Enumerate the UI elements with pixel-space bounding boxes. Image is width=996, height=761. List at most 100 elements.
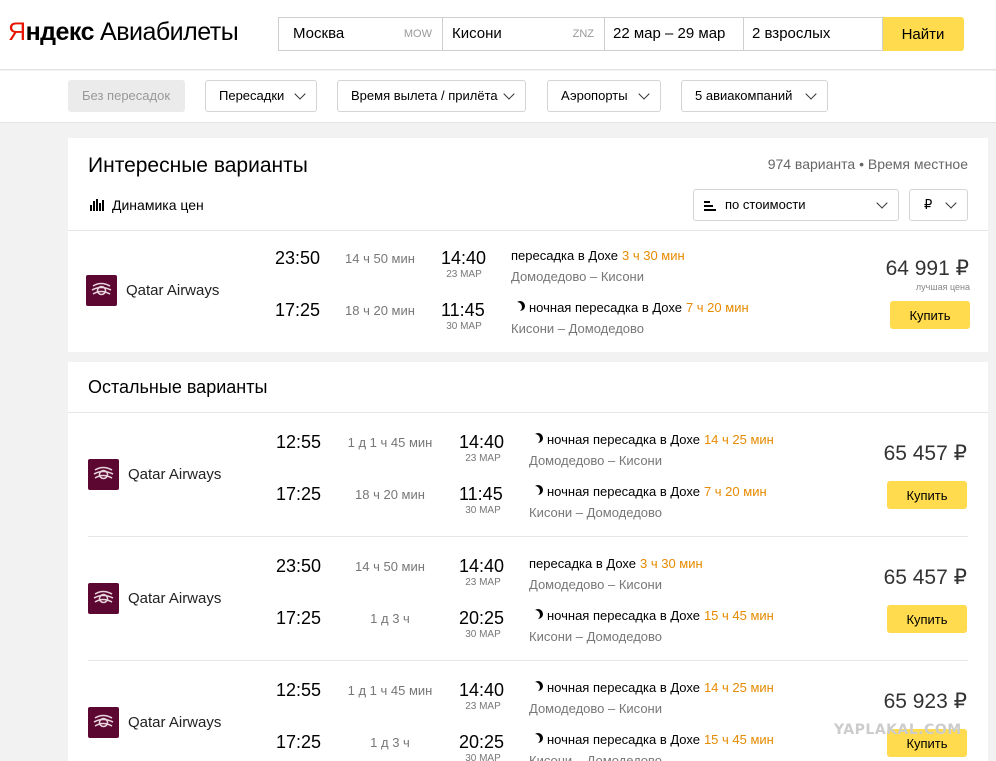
- transfer-label: ночная пересадка в Дохе: [547, 432, 700, 447]
- currency-select[interactable]: ₽: [909, 189, 968, 221]
- arrival-time: 20:25: [459, 732, 505, 752]
- duration: 1 д 3 ч: [370, 611, 410, 626]
- transfer-label: пересадка в Дохе: [511, 248, 618, 263]
- duration: 14 ч 50 мин: [355, 559, 425, 574]
- filter-airlines-label: 5 авиакомпаний: [695, 88, 793, 103]
- route: Кисони – Домодедово: [511, 321, 645, 336]
- transfer-info: ночная пересадка в Дохе 14 ч 25 мин: [529, 432, 774, 447]
- to-field[interactable]: Кисони ZNZ: [442, 17, 604, 51]
- logo[interactable]: Яндекс Авиабилеты: [8, 18, 239, 47]
- arrival-time: 14:40: [459, 680, 505, 700]
- offer-row[interactable]: Qatar Airways 23:50 14 ч 50 мин 14:40 23…: [68, 537, 988, 661]
- header: Яндекс Авиабилеты Москва MOW Кисони ZNZ 2…: [0, 0, 996, 70]
- arrival-date: 23 МАР: [465, 701, 501, 712]
- results-count: 974 варианта: [767, 156, 856, 172]
- route: Домодедово – Кисони: [511, 269, 645, 284]
- buy-button[interactable]: Купить: [890, 301, 970, 329]
- time-note: Время местное: [867, 156, 968, 172]
- moon-icon: [530, 434, 540, 444]
- departure-time: 12:55: [276, 432, 322, 452]
- transfer-wait: 14 ч 25 мин: [703, 680, 774, 695]
- transfer-label: ночная пересадка в Дохе: [547, 484, 700, 499]
- duration: 1 д 1 ч 45 мин: [347, 435, 433, 450]
- moon-icon: [530, 682, 540, 692]
- buy-button[interactable]: Купить: [887, 605, 967, 633]
- duration: 1 д 1 ч 45 мин: [347, 683, 433, 698]
- transfer-label: пересадка в Дохе: [529, 556, 636, 571]
- transfer-wait: 15 ч 45 мин: [703, 732, 774, 747]
- filter-times-label: Время вылета / прилёта: [351, 88, 498, 103]
- route: Кисони – Домодедово: [529, 505, 663, 520]
- arrival-time: 20:25: [459, 608, 505, 628]
- transfer-info: пересадка в Дохе 3 ч 30 мин: [511, 248, 685, 263]
- filter-transfers[interactable]: Пересадки: [205, 80, 317, 112]
- interesting-title: Интересные варианты: [88, 154, 308, 177]
- route: Кисони – Домодедово: [529, 753, 663, 761]
- to-city: Кисони: [452, 25, 502, 42]
- price-dynamics-link[interactable]: Динамика цен: [90, 197, 204, 213]
- arrival-date: 23 МАР: [465, 577, 501, 588]
- departure-time: 23:50: [276, 556, 322, 576]
- watermark: YAPLAKAL.COM: [834, 722, 962, 738]
- route: Домодедово – Кисони: [529, 701, 663, 716]
- transfer-wait: 3 ч 30 мин: [622, 248, 685, 263]
- transfer-label: ночная пересадка в Дохе: [547, 608, 700, 623]
- sort-select[interactable]: по стоимости: [693, 189, 899, 221]
- route: Кисони – Домодедово: [529, 629, 663, 644]
- currency-value: ₽: [924, 197, 933, 212]
- transfer-wait: 14 ч 25 мин: [703, 432, 774, 447]
- other-offers-title: Остальные варианты: [88, 377, 268, 397]
- transfer-info: ночная пересадка в Дохе 14 ч 25 мин: [529, 680, 774, 695]
- filter-times[interactable]: Время вылета / прилёта: [337, 80, 526, 112]
- departure-time: 17:25: [276, 608, 322, 628]
- from-field[interactable]: Москва MOW: [278, 17, 442, 51]
- chevron-down-icon: [638, 88, 650, 100]
- find-button[interactable]: Найти: [882, 17, 964, 51]
- moon-icon: [512, 302, 522, 312]
- filter-airports[interactable]: Аэропорты: [547, 80, 661, 112]
- route: Домодедово – Кисони: [529, 577, 663, 592]
- price: 65 923 ₽: [883, 690, 967, 713]
- departure-time: 17:25: [275, 300, 321, 320]
- passengers-value: 2 взрослых: [752, 25, 831, 42]
- offer-row[interactable]: Qatar Airways 23:50 14 ч 50 мин 14:40 23…: [68, 231, 988, 355]
- bar-chart-icon: [90, 199, 105, 211]
- return-segment: 17:25 18 ч 20 мин 11:45 30 МАР ночная пе…: [68, 484, 988, 524]
- arrival-time: 11:45: [441, 300, 485, 320]
- meta-dot: •: [859, 156, 864, 172]
- sort-icon: [704, 201, 716, 213]
- arrival-date: 23 МАР: [446, 269, 482, 280]
- dates-field[interactable]: 22 мар – 29 мар: [604, 17, 743, 51]
- arrival-date: 30 МАР: [446, 321, 482, 332]
- outbound-segment: 12:55 1 д 1 ч 45 мин 14:40 23 МАР ночная…: [68, 432, 988, 472]
- filters-bar: Без пересадок Пересадки Время вылета / п…: [0, 71, 996, 123]
- from-code: MOW: [403, 28, 432, 40]
- filter-airlines[interactable]: 5 авиакомпаний: [681, 80, 828, 112]
- filter-airports-label: Аэропорты: [561, 88, 628, 103]
- passengers-field[interactable]: 2 взрослых: [743, 17, 883, 51]
- arrival-time: 14:40: [459, 432, 505, 452]
- interesting-card: Интересные варианты 974 варианта • Время…: [68, 138, 988, 352]
- duration: 18 ч 20 мин: [355, 487, 425, 502]
- departure-time: 17:25: [276, 484, 322, 504]
- buy-button[interactable]: Купить: [887, 481, 967, 509]
- filter-nonstop[interactable]: Без пересадок: [68, 80, 185, 112]
- transfer-info: ночная пересадка в Дохе 7 ч 20 мин: [511, 300, 749, 315]
- chevron-down-icon: [294, 88, 306, 100]
- transfer-wait: 7 ч 20 мин: [703, 484, 767, 499]
- departure-time: 12:55: [276, 680, 322, 700]
- offer-row[interactable]: Qatar Airways 12:55 1 д 1 ч 45 мин 14:40…: [68, 413, 988, 537]
- transfer-info: ночная пересадка в Дохе 7 ч 20 мин: [529, 484, 767, 499]
- dates-value: 22 мар – 29 мар: [613, 25, 726, 42]
- chevron-down-icon: [805, 88, 817, 100]
- outbound-segment: 23:50 14 ч 50 мин 14:40 23 МАР пересадка…: [68, 556, 988, 596]
- return-segment: 17:25 18 ч 20 мин 11:45 30 МАР ночная пе…: [68, 300, 988, 340]
- transfer-info: ночная пересадка в Дохе 15 ч 45 мин: [529, 732, 774, 747]
- offer-row[interactable]: Qatar Airways 12:55 1 д 1 ч 45 мин 14:40…: [68, 661, 988, 761]
- duration: 18 ч 20 мин: [345, 303, 415, 318]
- from-city: Москва: [293, 25, 345, 42]
- return-segment: 17:25 1 д 3 ч 20:25 30 МАР ночная переса…: [68, 608, 988, 648]
- price: 65 457 ₽: [883, 566, 967, 589]
- price: 65 457 ₽: [883, 442, 967, 465]
- moon-icon: [530, 610, 540, 620]
